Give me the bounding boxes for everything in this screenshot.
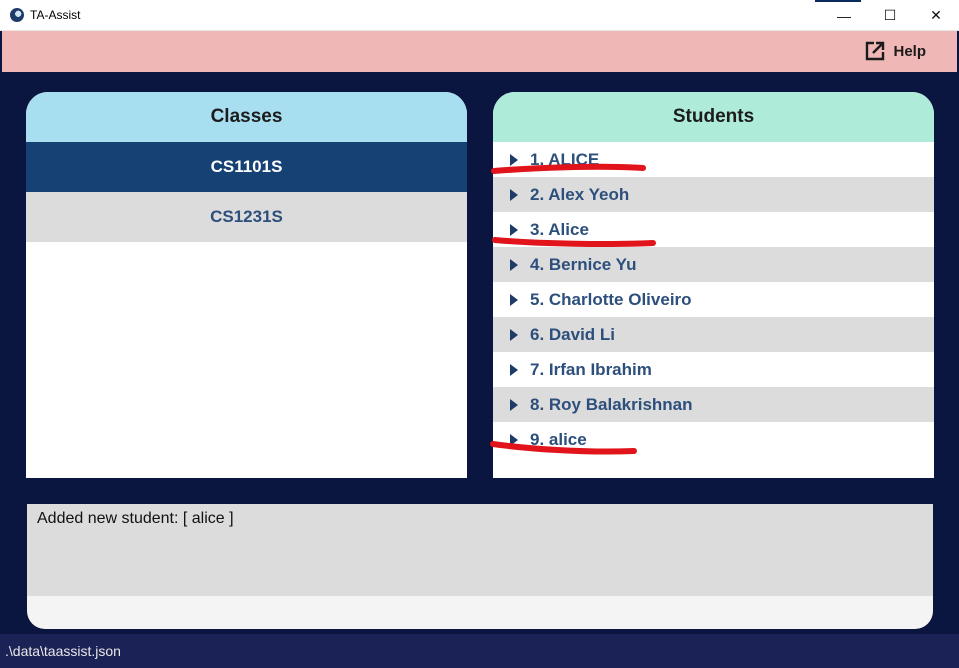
expand-arrow-icon[interactable] [510,258,518,271]
student-name: 5. Charlotte Oliveiro [530,289,692,309]
classes-panel: Classes CS1101S CS1231S [26,92,467,478]
student-name: 8. Roy Balakrishnan [530,394,693,414]
student-name: 3. Alice [530,219,589,239]
student-item[interactable]: 3. Alice [493,212,934,247]
window-title: TA-Assist [30,8,81,22]
expand-arrow-icon[interactable] [510,223,518,236]
expand-arrow-icon[interactable] [510,188,518,201]
expand-arrow-icon[interactable] [510,433,518,446]
student-list: 1. ALICE 2. Alex Yeoh 3. Alice 4. Bernic… [493,142,934,457]
student-item[interactable]: 7. Irfan Ibrahim [493,352,934,387]
data-file-path: .\data\taassist.json [5,643,121,659]
student-item[interactable]: 2. Alex Yeoh [493,177,934,212]
student-name: 6. David Li [530,324,616,344]
help-label: Help [893,42,926,60]
student-item[interactable]: 1. ALICE [493,142,934,177]
close-button[interactable]: ✕ [913,0,959,31]
main-area: Classes CS1101S CS1231S Students 1. ALIC… [0,72,959,634]
window-titlebar: TA-Assist — ☐ ✕ [0,0,959,31]
maximize-button[interactable]: ☐ [867,0,913,31]
students-panel: Students 1. ALICE 2. Alex Yeoh 3. Alice … [493,92,934,478]
student-item[interactable]: 8. Roy Balakrishnan [493,387,934,422]
expand-arrow-icon[interactable] [510,293,518,306]
student-item[interactable]: 9. alice [493,422,934,457]
student-name: 2. Alex Yeoh [530,184,630,204]
help-button[interactable]: Help [865,41,926,61]
minimize-button[interactable]: — [821,0,867,31]
menu-bar: Help [0,31,959,72]
external-link-icon [866,41,885,61]
student-item[interactable]: 5. Charlotte Oliveiro [493,282,934,317]
class-item-cs1231s[interactable]: CS1231S [26,192,467,242]
student-name: 1. ALICE [530,149,600,169]
app-logo-icon [10,8,24,22]
expand-arrow-icon[interactable] [510,363,518,376]
expand-arrow-icon[interactable] [510,153,518,166]
student-item[interactable]: 4. Bernice Yu [493,247,934,282]
status-bar: .\data\taassist.json [0,634,959,668]
student-name: 4. Bernice Yu [530,254,637,274]
result-display: Added new student: [ alice ] [27,504,933,629]
students-header: Students [493,92,934,142]
student-name: 7. Irfan Ibrahim [530,359,652,379]
titlebar-accent-line [815,0,861,2]
classes-header: Classes [26,92,467,142]
window-controls: — ☐ ✕ [821,0,959,31]
student-item[interactable]: 6. David Li [493,317,934,352]
expand-arrow-icon[interactable] [510,398,518,411]
student-name: 9. alice [530,429,587,449]
expand-arrow-icon[interactable] [510,328,518,341]
result-message: Added new student: [ alice ] [27,504,933,596]
class-item-cs1101s[interactable]: CS1101S [26,142,467,192]
